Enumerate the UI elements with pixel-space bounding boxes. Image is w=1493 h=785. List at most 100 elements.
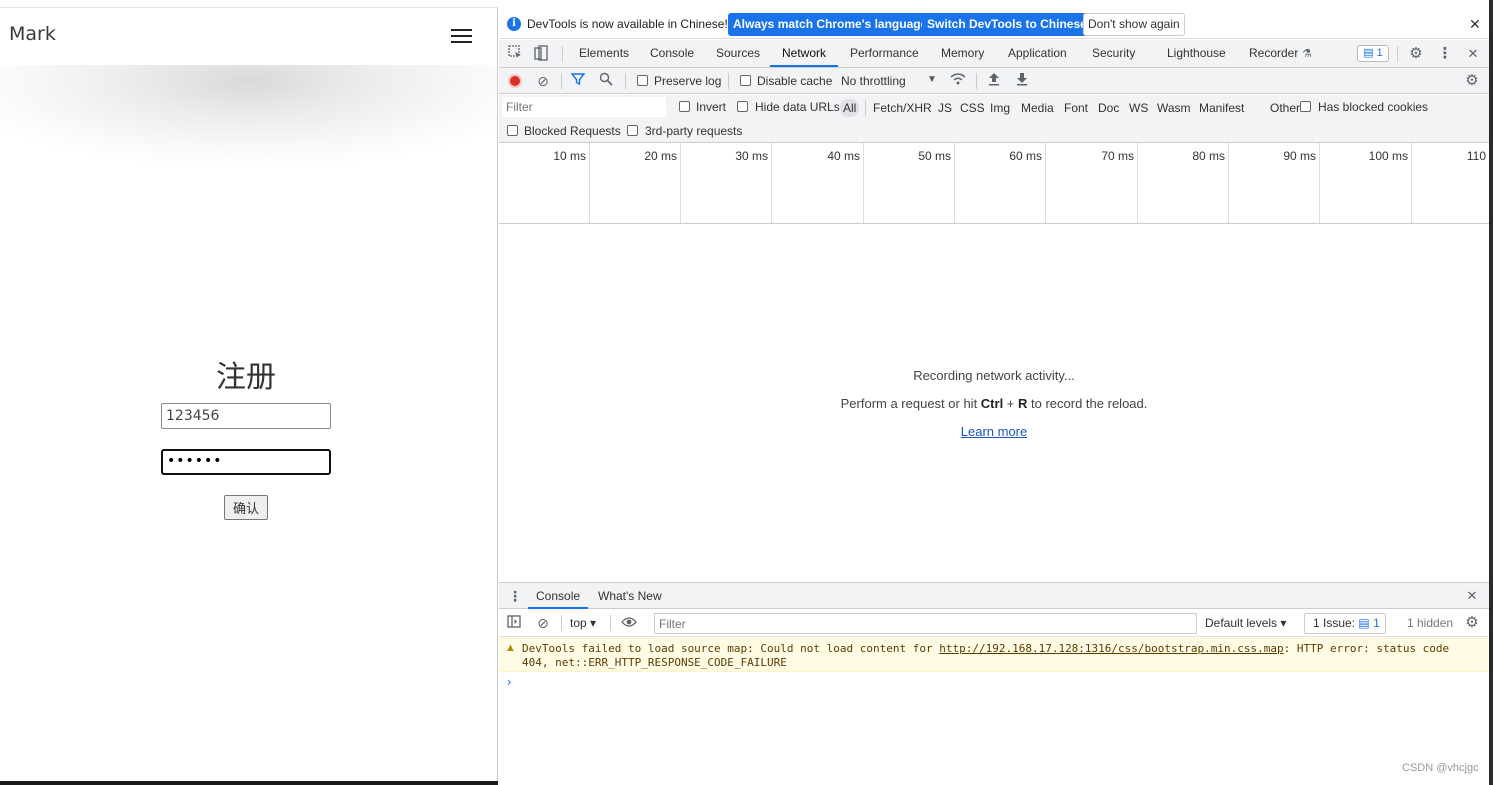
register-title: 注册 bbox=[216, 360, 276, 395]
network-overview-timeline[interactable]: 10 ms 20 ms 30 ms 40 ms 50 ms 60 ms 70 m… bbox=[499, 143, 1489, 224]
disable-cache-checkbox[interactable] bbox=[740, 75, 751, 86]
eye-icon[interactable] bbox=[620, 614, 638, 632]
preserve-log-checkbox[interactable] bbox=[637, 75, 648, 86]
tab-lighthouse[interactable]: Lighthouse bbox=[1167, 40, 1226, 67]
tab-console[interactable]: Console bbox=[650, 40, 694, 67]
console-toolbar: ⊘ top ▾ Default levels ▾ 1 Issue: ▤ 1 1 … bbox=[499, 610, 1489, 637]
throttling-select[interactable]: No throttling bbox=[841, 74, 906, 88]
hamburger-icon[interactable] bbox=[450, 27, 474, 45]
timeline-tick: 60 ms bbox=[955, 143, 1046, 223]
sidebar-toggle-icon[interactable] bbox=[505, 614, 523, 632]
recording-message: Recording network activity... bbox=[913, 368, 1075, 383]
tab-network[interactable]: Network bbox=[770, 40, 839, 67]
disable-cache-label: Disable cache bbox=[757, 74, 833, 88]
type-filter-css[interactable]: CSS bbox=[957, 99, 988, 117]
timeline-tick: 50 ms bbox=[864, 143, 955, 223]
settings-icon[interactable]: ⚙ bbox=[1407, 45, 1425, 63]
tab-security[interactable]: Security bbox=[1092, 40, 1135, 67]
blocked-requests-checkbox[interactable] bbox=[507, 125, 518, 136]
drawer-tab-whats-new[interactable]: What's New bbox=[590, 583, 670, 609]
blocked-requests-label: Blocked Requests bbox=[524, 124, 621, 138]
search-icon[interactable] bbox=[597, 72, 615, 90]
r-key: R bbox=[1018, 396, 1028, 411]
network-filter-input[interactable] bbox=[502, 97, 666, 117]
device-toolbar-icon[interactable] bbox=[532, 45, 550, 63]
type-filter-font[interactable]: Font bbox=[1061, 99, 1091, 117]
type-filter-manifest[interactable]: Manifest bbox=[1196, 99, 1247, 117]
import-har-icon[interactable] bbox=[985, 72, 1003, 90]
drawer-menu-icon[interactable]: ⋮ bbox=[506, 587, 524, 605]
confirm-button[interactable]: 确认 bbox=[224, 495, 268, 520]
type-filter-all[interactable]: All bbox=[840, 99, 860, 117]
console-filter-input[interactable] bbox=[654, 613, 1197, 634]
flask-icon: ⚗ bbox=[1302, 48, 1312, 60]
console-prompt[interactable]: › bbox=[507, 674, 511, 689]
message-icon: ▤ bbox=[1358, 616, 1370, 630]
hide-data-urls-checkbox[interactable] bbox=[737, 101, 748, 112]
tab-recorder[interactable]: Recorder bbox=[1249, 40, 1298, 67]
navbar-brand[interactable]: Mark bbox=[9, 23, 56, 45]
third-party-label: 3rd-party requests bbox=[645, 124, 743, 138]
network-toolbar: ⊘ Preserve log Disable cache No throttli… bbox=[499, 68, 1489, 94]
tab-performance[interactable]: Performance bbox=[850, 40, 919, 67]
close-icon[interactable]: ✕ bbox=[1469, 16, 1481, 33]
console-issues-button[interactable]: 1 Issue: ▤ 1 bbox=[1304, 613, 1386, 634]
drawer-tab-console[interactable]: Console bbox=[528, 583, 589, 609]
close-drawer-icon[interactable]: ✕ bbox=[1463, 587, 1481, 605]
warning-text: DevTools failed to load source map: Coul… bbox=[522, 642, 1456, 669]
username-input[interactable] bbox=[161, 403, 331, 429]
timeline-tick: 80 ms bbox=[1138, 143, 1229, 223]
type-filter-img[interactable]: Img bbox=[987, 99, 1013, 117]
inspect-element-icon[interactable] bbox=[506, 45, 524, 63]
hero-shadow bbox=[0, 65, 497, 225]
type-filter-doc[interactable]: Doc bbox=[1095, 99, 1122, 117]
has-blocked-cookies-checkbox[interactable] bbox=[1300, 101, 1311, 112]
timeline-tick: 100 ms bbox=[1320, 143, 1412, 223]
navbar: Mark bbox=[0, 9, 497, 65]
drawer-tabbar: ⋮ Console What's New ✕ bbox=[499, 582, 1489, 609]
export-har-icon[interactable] bbox=[1013, 72, 1031, 90]
console-settings-icon[interactable]: ⚙ bbox=[1463, 614, 1481, 632]
always-match-language-button[interactable]: Always match Chrome's language bbox=[728, 13, 933, 36]
source-map-link[interactable]: http://192.168.17.128:1316/css/bootstrap… bbox=[939, 642, 1283, 655]
dont-show-again-button[interactable]: Don't show again bbox=[1083, 13, 1185, 36]
hidden-messages-count: 1 hidden bbox=[1407, 616, 1454, 630]
clear-icon[interactable]: ⊘ bbox=[534, 72, 552, 90]
timeline-tick: 30 ms bbox=[681, 143, 772, 223]
third-party-checkbox[interactable] bbox=[627, 125, 638, 136]
type-filter-wasm[interactable]: Wasm bbox=[1154, 99, 1194, 117]
clear-console-icon[interactable]: ⊘ bbox=[534, 614, 552, 632]
password-input[interactable]: •••••• bbox=[161, 449, 331, 475]
network-settings-icon[interactable]: ⚙ bbox=[1463, 72, 1481, 90]
invert-checkbox[interactable] bbox=[679, 101, 690, 112]
more-icon[interactable]: ⋮ bbox=[1436, 45, 1454, 63]
type-filter-other[interactable]: Other bbox=[1267, 99, 1303, 117]
record-icon[interactable] bbox=[508, 74, 522, 88]
hide-data-urls-label: Hide data URLs bbox=[755, 100, 840, 114]
issues-badge[interactable]: ▤ 1 bbox=[1357, 45, 1389, 62]
timeline-tick: 110 bbox=[1466, 149, 1486, 163]
type-filter-ws[interactable]: WS bbox=[1126, 99, 1151, 117]
filter-icon[interactable] bbox=[569, 72, 587, 90]
close-devtools-icon[interactable]: ✕ bbox=[1464, 45, 1482, 63]
issues-badge-count: 1 bbox=[1376, 47, 1383, 59]
chevron-down-icon: ▼ bbox=[927, 74, 937, 85]
switch-to-chinese-button[interactable]: Switch DevTools to Chinese bbox=[922, 13, 1092, 36]
type-filter-js[interactable]: JS bbox=[935, 99, 955, 117]
screen: Mark 注册 •••••• 确认 i DevTools is now avai… bbox=[0, 0, 1493, 785]
tab-elements[interactable]: Elements bbox=[579, 40, 629, 67]
language-infobar: i DevTools is now available in Chinese! … bbox=[499, 9, 1489, 39]
tab-application[interactable]: Application bbox=[1008, 40, 1067, 67]
network-conditions-icon[interactable] bbox=[949, 72, 967, 90]
type-filter-fetch-xhr[interactable]: Fetch/XHR bbox=[870, 99, 935, 117]
devtools-tabbar: Elements Console Sources Network Perform… bbox=[499, 40, 1489, 68]
log-levels-select[interactable]: Default levels ▾ bbox=[1205, 616, 1286, 630]
browser-edge bbox=[0, 0, 498, 8]
timeline-tick: 90 ms bbox=[1229, 143, 1320, 223]
type-filter-media[interactable]: Media bbox=[1018, 99, 1057, 117]
tab-memory[interactable]: Memory bbox=[941, 40, 984, 67]
learn-more-link[interactable]: Learn more bbox=[961, 424, 1027, 439]
context-select[interactable]: top ▾ bbox=[570, 616, 596, 630]
tab-sources[interactable]: Sources bbox=[716, 40, 760, 67]
ctrl-key: Ctrl bbox=[980, 396, 1004, 411]
